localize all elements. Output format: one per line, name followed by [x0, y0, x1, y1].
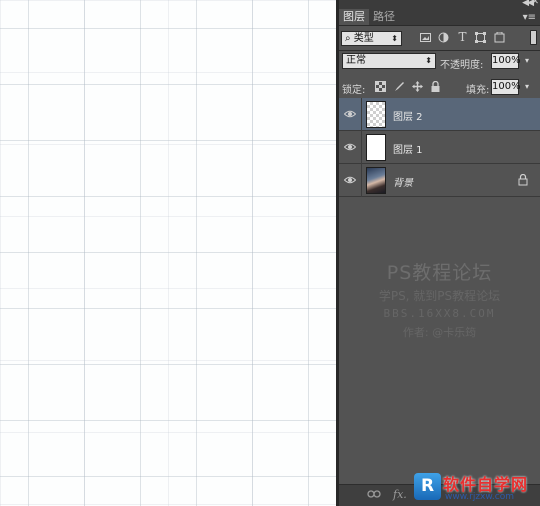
- shape-filter-icon[interactable]: [475, 32, 486, 43]
- tab-paths[interactable]: 路径: [369, 9, 399, 25]
- blend-row: 正常 ⬍ 不透明度: 100% ▾: [339, 51, 540, 75]
- watermark-title: PS教程论坛: [386, 262, 493, 284]
- filter-row: ⌕ 类型 ⬍ T: [339, 26, 540, 50]
- layer-row-layer-1[interactable]: 图层 1: [339, 131, 540, 164]
- layers-panel: ◀◀ ✕ 图层 路径 ▾≡ ⌕ 类型 ⬍ T 正常 ⬍ 不透明度: 100% ▾…: [339, 0, 540, 506]
- layer-name[interactable]: 图层 1: [393, 141, 423, 156]
- layer-name[interactable]: 图层 2: [393, 108, 423, 123]
- eye-icon[interactable]: [344, 174, 356, 186]
- watermark-slogan: 学PS, 就到PS教程论坛: [378, 289, 501, 303]
- panel-tabs: 图层 路径 ▾≡: [339, 9, 540, 26]
- layer-row-layer-2[interactable]: 图层 2: [339, 98, 540, 131]
- logo-url: www.rjzxw.com: [445, 492, 514, 502]
- image-filter-icon[interactable]: [420, 32, 431, 43]
- blend-mode-select[interactable]: 正常 ⬍: [342, 53, 436, 69]
- lock-row: 锁定: 填充: 100% ▾: [339, 75, 540, 99]
- link-layers-icon[interactable]: [367, 488, 381, 503]
- tab-layers[interactable]: 图层: [339, 9, 369, 25]
- watermark-author: 作者: @卡乐筠: [402, 326, 477, 339]
- panel-menu-icon[interactable]: ▾≡: [523, 12, 536, 23]
- close-panel-icon[interactable]: ✕: [531, 0, 539, 7]
- logo-badge: R: [414, 473, 441, 500]
- lock-image-pixels-icon[interactable]: [394, 81, 405, 92]
- site-logo: R 软件自学网 www.rjzxw.com: [414, 471, 540, 506]
- lock-icon[interactable]: [518, 174, 528, 186]
- layer-thumbnail[interactable]: [366, 101, 386, 128]
- watermark-url: BBS.16XX8.COM: [383, 307, 496, 320]
- filter-toggle-switch[interactable]: [530, 30, 537, 45]
- layer-name[interactable]: 背景: [393, 174, 413, 189]
- adjustment-filter-icon[interactable]: [438, 32, 449, 43]
- filter-kind-select[interactable]: ⌕ 类型 ⬍: [341, 31, 402, 46]
- type-filter-icon[interactable]: T: [457, 31, 468, 43]
- opacity-label: 不透明度:: [440, 60, 484, 71]
- chevron-updown-icon: ⬍: [425, 56, 432, 65]
- opacity-input[interactable]: 100%: [491, 53, 521, 69]
- lock-all-icon[interactable]: [430, 80, 441, 92]
- layer-thumbnail[interactable]: [366, 167, 386, 194]
- layer-thumbnail[interactable]: [366, 134, 386, 161]
- lock-transparent-pixels-icon[interactable]: [375, 81, 386, 92]
- fill-label: 填充:: [466, 85, 490, 96]
- visibility-column-divider: [361, 164, 362, 197]
- watermark: PS教程论坛 学PS, 就到PS教程论坛 BBS.16XX8.COM 作者: @…: [339, 258, 540, 340]
- lock-label: 锁定:: [342, 85, 366, 96]
- fx-button[interactable]: fx.: [393, 488, 407, 501]
- visibility-column-divider: [361, 131, 362, 164]
- visibility-column-divider: [361, 98, 362, 131]
- search-icon: ⌕: [345, 33, 354, 44]
- layer-row-background[interactable]: 背景: [339, 164, 540, 197]
- lock-position-icon[interactable]: [412, 81, 423, 92]
- filter-kind-label: 类型: [353, 33, 374, 44]
- eye-icon[interactable]: [344, 108, 356, 120]
- layers-list: 图层 2 图层 1 背景: [339, 98, 540, 197]
- fill-dropdown-icon[interactable]: ▾: [525, 82, 529, 91]
- eye-icon[interactable]: [344, 141, 356, 153]
- smart-object-filter-icon[interactable]: [494, 31, 505, 43]
- canvas-grid-overlay: [0, 0, 336, 506]
- opacity-dropdown-icon[interactable]: ▾: [525, 56, 529, 65]
- blend-mode-value: 正常: [346, 55, 366, 66]
- chevron-updown-icon: ⬍: [391, 34, 398, 43]
- fill-input[interactable]: 100%: [491, 79, 521, 95]
